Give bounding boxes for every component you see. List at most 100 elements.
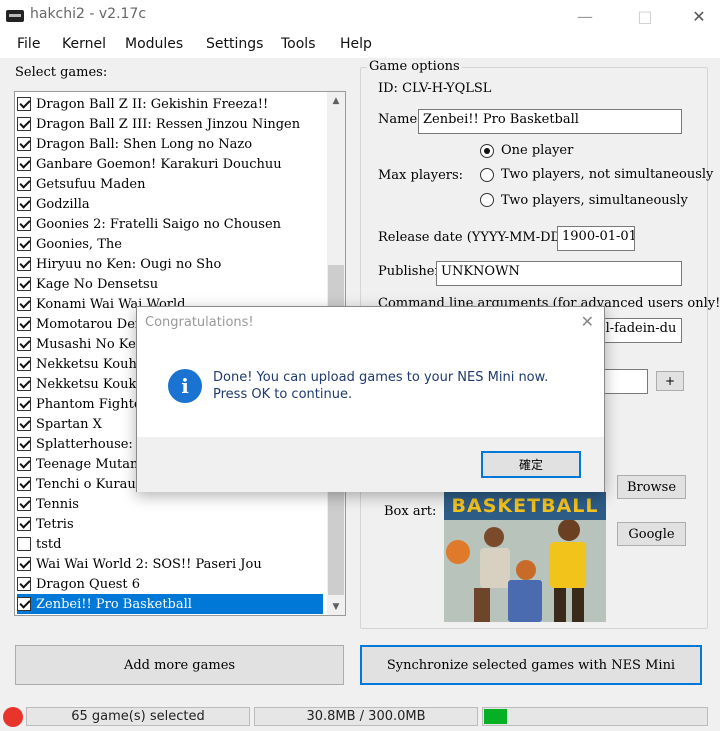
game-checkbox[interactable] bbox=[17, 317, 31, 331]
name-input[interactable]: Zenbei!! Pro Basketball bbox=[418, 109, 682, 134]
box-art-label: Box art: bbox=[384, 504, 437, 519]
game-list-item[interactable]: Dragon Ball: Shen Long no Nazo bbox=[17, 134, 323, 154]
radio-two-players-simultaneous-label[interactable]: Two players, simultaneously bbox=[501, 193, 688, 208]
game-title: Wai Wai World 2: SOS!! Paseri Jou bbox=[36, 556, 262, 572]
name-label: Name: bbox=[378, 112, 422, 127]
game-title: Tennis bbox=[36, 496, 79, 512]
game-title: Musashi No Ken bbox=[36, 336, 145, 352]
menu-file[interactable]: File bbox=[17, 36, 40, 52]
game-id-text: ID: CLV-H-YQLSL bbox=[378, 81, 492, 96]
dialog-ok-button[interactable]: 確定 bbox=[481, 451, 581, 478]
window-title: hakchi2 - v2.17c bbox=[30, 6, 147, 22]
game-title: Hiryuu no Ken: Ougi no Sho bbox=[36, 256, 222, 272]
browse-button[interactable]: Browse bbox=[617, 475, 686, 499]
select-games-label: Select games: bbox=[15, 65, 108, 80]
game-list-item[interactable]: Getsufuu Maden bbox=[17, 174, 323, 194]
game-checkbox[interactable] bbox=[17, 577, 31, 591]
menu-tools[interactable]: Tools bbox=[281, 36, 316, 52]
game-checkbox[interactable] bbox=[17, 517, 31, 531]
release-date-label: Release date (YYYY-MM-DD): bbox=[378, 230, 571, 245]
game-list-item[interactable]: Wai Wai World 2: SOS!! Paseri Jou bbox=[17, 554, 323, 574]
game-checkbox[interactable] bbox=[17, 97, 31, 111]
game-list-item[interactable]: Dragon Quest 6 bbox=[17, 574, 323, 594]
game-list-item[interactable]: Ganbare Goemon! Karakuri Douchuu bbox=[17, 154, 323, 174]
game-title: Spartan X bbox=[36, 416, 102, 432]
menu-modules[interactable]: Modules bbox=[125, 36, 183, 52]
release-date-input[interactable]: 1900-01-01 bbox=[557, 226, 635, 251]
menu-help[interactable]: Help bbox=[340, 36, 372, 52]
info-icon: i bbox=[168, 369, 202, 403]
game-checkbox[interactable] bbox=[17, 457, 31, 471]
game-checkbox[interactable] bbox=[17, 197, 31, 211]
game-list-item[interactable]: tstd bbox=[17, 534, 323, 554]
game-title: Phantom Fighter bbox=[36, 396, 148, 412]
game-checkbox[interactable] bbox=[17, 137, 31, 151]
close-button[interactable]: ✕ bbox=[676, 0, 720, 32]
radio-one-player[interactable] bbox=[480, 144, 494, 158]
dialog-close-icon[interactable]: ✕ bbox=[581, 312, 594, 331]
game-title: Goonies 2: Fratelli Saigo no Chousen bbox=[36, 216, 282, 232]
game-checkbox[interactable] bbox=[17, 417, 31, 431]
game-list-item[interactable]: Dragon Ball Z III: Ressen Jinzou Ningen bbox=[17, 114, 323, 134]
menu-bar: File Kernel Modules Settings Tools Help bbox=[0, 32, 720, 58]
storage-usage: 30.8MB / 300.0MB bbox=[254, 707, 478, 726]
dialog-footer: 確定 bbox=[137, 437, 604, 492]
radio-two-players-simultaneous[interactable] bbox=[480, 193, 494, 207]
game-checkbox[interactable] bbox=[17, 397, 31, 411]
game-checkbox[interactable] bbox=[17, 157, 31, 171]
game-checkbox[interactable] bbox=[17, 117, 31, 131]
congratulations-dialog: Congratulations! ✕ i Done! You can uploa… bbox=[136, 306, 605, 492]
plus-button[interactable]: + bbox=[656, 371, 684, 391]
publisher-input[interactable]: UNKNOWN bbox=[436, 261, 682, 286]
scroll-down-icon[interactable]: ▼ bbox=[327, 598, 345, 615]
status-indicator-icon bbox=[3, 707, 23, 727]
game-checkbox[interactable] bbox=[17, 177, 31, 191]
game-list-item[interactable]: Tennis bbox=[17, 494, 323, 514]
game-title: Dragon Ball Z II: Gekishin Freeza!! bbox=[36, 96, 269, 112]
maximize-button[interactable]: □ bbox=[622, 0, 668, 32]
game-title: tstd bbox=[36, 536, 62, 552]
game-checkbox[interactable] bbox=[17, 297, 31, 311]
google-button[interactable]: Google bbox=[617, 522, 686, 546]
add-more-games-button[interactable]: Add more games bbox=[15, 645, 344, 685]
game-checkbox[interactable] bbox=[17, 557, 31, 571]
game-list-item[interactable]: Hiryuu no Ken: Ougi no Sho bbox=[17, 254, 323, 274]
box-art-image[interactable]: BASKETBALL bbox=[444, 492, 606, 622]
storage-progress-bar bbox=[482, 707, 708, 726]
game-checkbox[interactable] bbox=[17, 237, 31, 251]
game-checkbox[interactable] bbox=[17, 437, 31, 451]
box-art-title: BASKETBALL bbox=[444, 492, 606, 520]
scroll-up-icon[interactable]: ▲ bbox=[327, 92, 345, 109]
menu-kernel[interactable]: Kernel bbox=[62, 36, 106, 52]
game-title: Dragon Quest 6 bbox=[36, 576, 141, 592]
menu-settings[interactable]: Settings bbox=[206, 36, 263, 52]
game-list-item[interactable]: Godzilla bbox=[17, 194, 323, 214]
dialog-title: Congratulations! bbox=[145, 315, 254, 330]
game-checkbox[interactable] bbox=[17, 337, 31, 351]
storage-progress-fill bbox=[484, 709, 507, 724]
game-checkbox[interactable] bbox=[17, 257, 31, 271]
game-checkbox[interactable] bbox=[17, 597, 31, 611]
radio-one-player-label[interactable]: One player bbox=[501, 143, 573, 158]
game-title: Dragon Ball Z III: Ressen Jinzou Ningen bbox=[36, 116, 301, 132]
game-title: Tenchi o Kurau bbox=[36, 476, 136, 492]
radio-two-players-alternating[interactable] bbox=[480, 168, 494, 182]
game-checkbox[interactable] bbox=[17, 357, 31, 371]
game-list-item[interactable]: Kage No Densetsu bbox=[17, 274, 323, 294]
game-checkbox[interactable] bbox=[17, 477, 31, 491]
game-list-item[interactable]: Goonies, The bbox=[17, 234, 323, 254]
minimize-button[interactable]: — bbox=[562, 0, 608, 32]
game-list-item[interactable]: Dragon Ball Z II: Gekishin Freeza!! bbox=[17, 94, 323, 114]
game-list-item[interactable]: Goonies 2: Fratelli Saigo no Chousen bbox=[17, 214, 323, 234]
app-icon bbox=[6, 10, 24, 22]
game-title: Goonies, The bbox=[36, 236, 122, 252]
game-checkbox[interactable] bbox=[17, 277, 31, 291]
synchronize-button[interactable]: Synchronize selected games with NES Mini bbox=[360, 645, 702, 685]
game-checkbox[interactable] bbox=[17, 377, 31, 391]
game-checkbox[interactable] bbox=[17, 217, 31, 231]
game-checkbox[interactable] bbox=[17, 497, 31, 511]
game-list-item[interactable]: Zenbei!! Pro Basketball bbox=[17, 594, 323, 614]
game-list-item[interactable]: Tetris bbox=[17, 514, 323, 534]
radio-two-players-alternating-label[interactable]: Two players, not simultaneously bbox=[501, 167, 713, 182]
game-checkbox[interactable] bbox=[17, 537, 31, 551]
